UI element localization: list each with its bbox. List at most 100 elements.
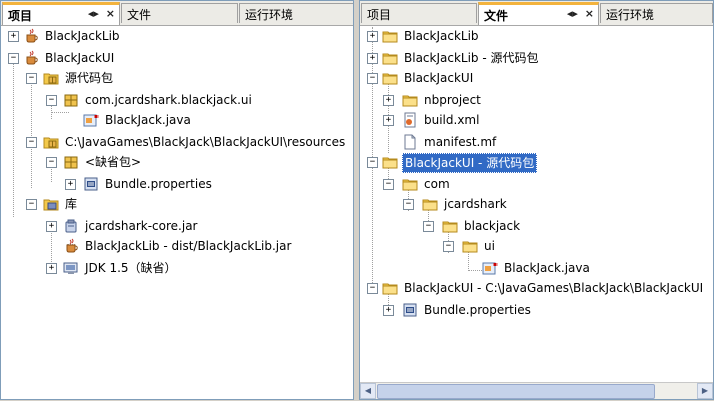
tree-node[interactable]: + JDK 1.5（缺省） — [1, 259, 353, 277]
folder-icon — [382, 280, 398, 296]
tree-node[interactable]: − BlackJackUI - 源代码包 — [360, 153, 713, 173]
tree-node[interactable]: ▪▪ BlackJack.java — [360, 259, 713, 277]
tab-files-label: 文件 — [127, 8, 152, 22]
arrow-left-icon: ◀ — [364, 386, 372, 395]
tree-node[interactable]: − com.jcardshark.blackjack.ui — [1, 91, 353, 109]
tree-node-label: manifest.mf — [424, 135, 497, 149]
expand-icon[interactable]: + — [383, 305, 394, 316]
minimize-icon[interactable]: ◂▸ — [88, 7, 99, 20]
collapse-icon[interactable]: − — [8, 53, 19, 64]
files-panel: 项目 文件 ◂▸ × 运行环境 + BlackJackLib + BlackJackL… — [359, 0, 714, 400]
collapse-icon[interactable]: − — [367, 157, 378, 168]
source-packages-icon — [43, 134, 59, 150]
tab-files[interactable]: 文件 ◂▸ × — [478, 2, 599, 25]
collapse-icon[interactable]: − — [383, 179, 394, 190]
tab-projects[interactable]: 项目 — [361, 3, 477, 23]
tree-node[interactable]: + BlackJackLib — [1, 27, 353, 45]
right-tab-bar: 项目 文件 ◂▸ × 运行环境 — [360, 1, 713, 26]
tree-node[interactable]: + nbproject — [360, 91, 713, 109]
tree-node[interactable]: BlackJackLib - dist/BlackJackLib.jar — [1, 237, 353, 255]
file-icon — [402, 134, 418, 150]
collapse-icon[interactable]: − — [443, 241, 454, 252]
tree-node-label: com — [424, 177, 450, 191]
tree-node[interactable]: manifest.mf — [360, 133, 713, 151]
tree-node[interactable]: + BlackJackLib - 源代码包 — [360, 49, 713, 67]
folder-icon — [382, 70, 398, 86]
java-project-icon — [23, 50, 39, 66]
package-icon — [63, 154, 79, 170]
tree-node[interactable]: − BlackJackUI — [360, 69, 713, 87]
expand-icon[interactable]: + — [65, 179, 76, 190]
tree-node-label: BlackJack.java — [504, 261, 590, 275]
tab-runtime[interactable]: 运行环境 — [239, 3, 353, 23]
collapse-icon[interactable]: − — [26, 199, 37, 210]
tree-node[interactable]: + Bundle.properties — [360, 301, 713, 319]
collapse-icon[interactable]: − — [46, 157, 57, 168]
tree-node-label: Bundle.properties — [424, 303, 531, 317]
tree-node[interactable]: + build.xml — [360, 111, 713, 129]
tree-node[interactable]: − blackjack — [360, 217, 713, 235]
close-icon[interactable]: × — [585, 7, 594, 20]
properties-icon — [83, 176, 99, 192]
collapse-icon[interactable]: − — [367, 283, 378, 294]
tree-node-label: 源代码包 — [65, 71, 114, 85]
projects-tree: + BlackJackLib − BlackJackUI − 源代码包 − com.jcard… — [1, 27, 353, 399]
tree-node-label: com.jcardshark.blackjack.ui — [85, 93, 252, 107]
tab-controls: ◂▸ × — [564, 7, 594, 20]
tab-files[interactable]: 文件 — [121, 3, 238, 23]
folder-icon — [382, 154, 398, 170]
collapse-icon[interactable]: − — [46, 95, 57, 106]
collapse-icon[interactable]: − — [403, 199, 414, 210]
horizontal-scrollbar[interactable]: ◀ ▶ — [360, 382, 713, 399]
tree-node[interactable]: − com — [360, 175, 713, 193]
tree-node[interactable]: − <缺省包> — [1, 153, 353, 171]
folder-icon — [402, 92, 418, 108]
folder-icon — [462, 238, 478, 254]
collapse-icon[interactable]: − — [26, 137, 37, 148]
package-icon — [63, 92, 79, 108]
tab-runtime-label: 运行环境 — [606, 8, 655, 22]
tree-node-label: jcardshark — [444, 197, 507, 211]
expand-icon[interactable]: + — [46, 263, 57, 274]
scroll-left-button[interactable]: ◀ — [360, 383, 376, 399]
tree-node[interactable]: − C:\JavaGames\BlackJack\BlackJackUI\reso… — [1, 133, 353, 151]
expand-icon[interactable]: + — [8, 31, 19, 42]
jar-icon — [63, 218, 79, 234]
tab-projects[interactable]: 项目 ◂▸ × — [2, 2, 120, 25]
tab-projects-label: 项目 — [367, 8, 392, 22]
collapse-icon[interactable]: − — [423, 221, 434, 232]
tree-node[interactable]: + jcardshark-core.jar — [1, 217, 353, 235]
java-project-icon — [63, 238, 79, 254]
folder-icon — [402, 176, 418, 192]
build-xml-icon — [402, 112, 418, 128]
tree-node-label: JDK 1.5（缺省） — [85, 261, 177, 275]
scroll-thumb[interactable] — [377, 384, 655, 399]
tree-node[interactable]: ▪▪ BlackJack.java — [1, 111, 353, 129]
tree-node[interactable]: − BlackJackUI — [1, 49, 353, 67]
tree-node[interactable]: − 库 — [1, 195, 353, 213]
tree-node[interactable]: + BlackJackLib — [360, 27, 713, 45]
expand-icon[interactable]: + — [383, 115, 394, 126]
tab-controls: ◂▸ × — [85, 7, 115, 20]
arrow-right-icon: ▶ — [701, 386, 709, 395]
projects-panel: 项目 ◂▸ × 文件 运行环境 + BlackJackLib − BlackJackU… — [0, 0, 354, 400]
minimize-icon[interactable]: ◂▸ — [567, 7, 578, 20]
tree-node[interactable]: + Bundle.properties — [1, 175, 353, 193]
expand-icon[interactable]: + — [367, 31, 378, 42]
folder-icon — [422, 196, 438, 212]
expand-icon[interactable]: + — [383, 95, 394, 106]
java-project-icon — [23, 28, 39, 44]
scroll-right-button[interactable]: ▶ — [697, 383, 713, 399]
collapse-icon[interactable]: − — [26, 73, 37, 84]
collapse-icon[interactable]: − — [367, 73, 378, 84]
tree-node[interactable]: − ui — [360, 237, 713, 255]
expand-icon[interactable]: + — [367, 53, 378, 64]
tree-node[interactable]: − BlackJackUI - C:\JavaGames\BlackJack\Bl… — [360, 279, 713, 297]
tree-node[interactable]: − 源代码包 — [1, 69, 353, 87]
tab-runtime[interactable]: 运行环境 — [600, 3, 713, 23]
close-icon[interactable]: × — [106, 7, 115, 20]
expand-icon[interactable]: + — [46, 221, 57, 232]
tree-node-label: C:\JavaGames\BlackJack\BlackJackUI\resou… — [65, 135, 346, 149]
tree-node-label: nbproject — [424, 93, 481, 107]
tree-node[interactable]: − jcardshark — [360, 195, 713, 213]
